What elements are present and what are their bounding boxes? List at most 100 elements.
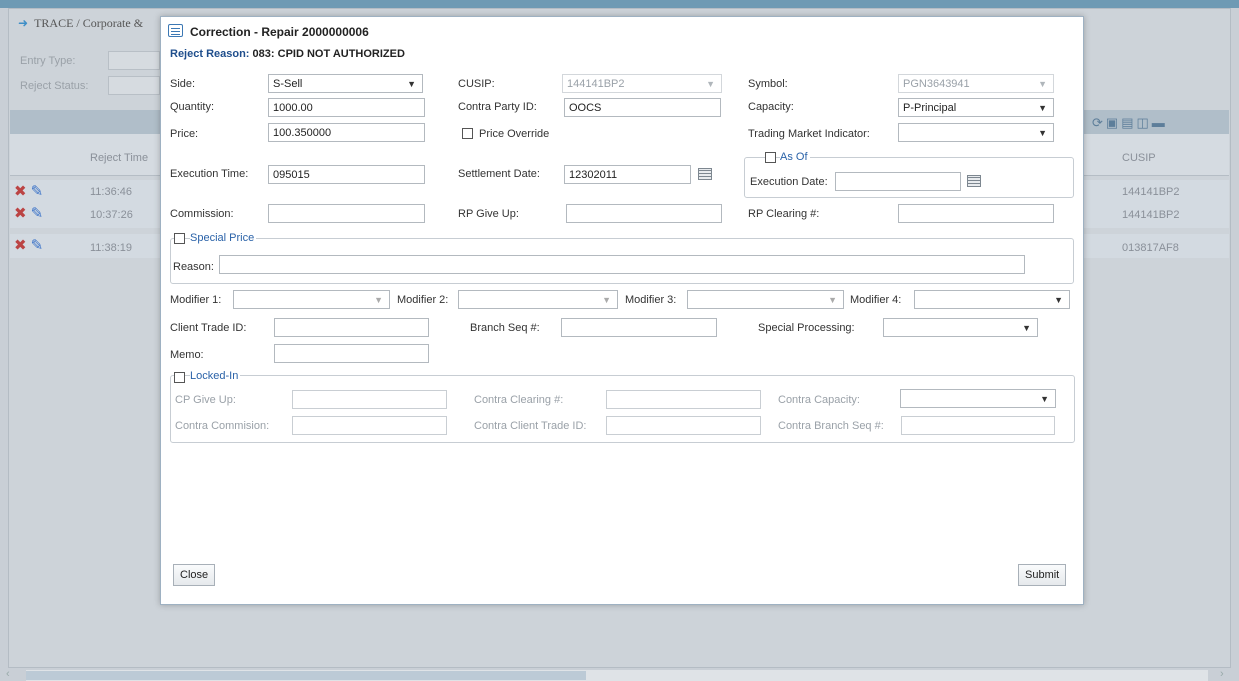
- price-input[interactable]: 100.350000: [268, 123, 425, 142]
- rp-give-up-label: RP Give Up:: [458, 208, 519, 220]
- side-select[interactable]: S-Sell ▼: [268, 74, 423, 93]
- close-button[interactable]: Close: [173, 564, 216, 586]
- entry-type-select[interactable]: [108, 51, 160, 70]
- symbol-select[interactable]: PGN3643941 ▼: [898, 74, 1054, 93]
- execution-date-label: Execution Date:: [750, 176, 828, 188]
- commission-input[interactable]: [268, 204, 425, 223]
- cusip-value: 144141BP2: [567, 78, 625, 90]
- scroll-left-arrow-icon[interactable]: ‹: [6, 668, 10, 680]
- client-trade-id-input[interactable]: [274, 318, 429, 337]
- locked-in-checkbox[interactable]: [174, 372, 185, 383]
- edit-icon[interactable]: ✎: [31, 183, 48, 200]
- cusip-label: CUSIP:: [458, 78, 495, 90]
- trading-market-indicator-select[interactable]: ▼: [898, 123, 1054, 142]
- edit-icon[interactable]: ✎: [31, 237, 48, 254]
- contra-party-id-input[interactable]: OOCS: [564, 98, 721, 117]
- side-value: S-Sell: [273, 78, 303, 90]
- horizontal-scrollbar[interactable]: [26, 670, 1208, 681]
- submit-button[interactable]: Submit: [1018, 564, 1067, 586]
- execution-time-input[interactable]: 095015: [268, 165, 425, 184]
- locked-in-label: Locked-In: [190, 370, 241, 382]
- memo-input[interactable]: [274, 344, 429, 363]
- save-icon[interactable]: ◫: [1137, 115, 1152, 130]
- contra-capacity-label: Contra Capacity:: [778, 394, 860, 406]
- print-icon[interactable]: ▤: [1121, 115, 1136, 130]
- breadcrumb-text: TRACE / Corporate &: [34, 16, 144, 30]
- chevron-down-icon: ▼: [1040, 394, 1049, 404]
- modifier-4-label: Modifier 4:: [850, 294, 902, 306]
- chevron-down-icon: ▼: [1038, 103, 1047, 113]
- scroll-right-arrow-icon[interactable]: ›: [1220, 668, 1224, 680]
- rp-clearing-label: RP Clearing #:: [748, 208, 820, 220]
- delete-icon[interactable]: ✖: [14, 237, 31, 254]
- modifier-1-select[interactable]: ▼: [233, 290, 390, 309]
- contra-commission-label: Contra Commision:: [175, 420, 270, 432]
- special-processing-select[interactable]: ▼: [883, 318, 1038, 337]
- capacity-value: P-Principal: [903, 102, 957, 114]
- reject-status-select[interactable]: [108, 76, 160, 95]
- contra-branch-seq-input[interactable]: [901, 416, 1055, 435]
- calendar-icon[interactable]: [967, 175, 981, 187]
- cusip-select[interactable]: 144141BP2 ▼: [562, 74, 722, 93]
- export-csv-icon[interactable]: ▣: [1106, 115, 1121, 130]
- scrollbar-thumb[interactable]: [26, 671, 586, 680]
- cp-give-up-input[interactable]: [292, 390, 447, 409]
- memo-label: Memo:: [170, 349, 204, 361]
- top-accent-bar: [0, 0, 1239, 8]
- grid-toolbar-icons: ⟳▣▤◫▬: [1092, 115, 1168, 131]
- execution-date-input[interactable]: [835, 172, 961, 191]
- row-time: 11:36:46: [90, 186, 133, 198]
- dialog-titlebar[interactable]: Correction - Repair 2000000006: [161, 17, 1083, 45]
- reason-label: Reason:: [173, 261, 214, 273]
- modifier-3-label: Modifier 3:: [625, 294, 677, 306]
- client-trade-id-label: Client Trade ID:: [170, 322, 247, 334]
- branch-seq-input[interactable]: [561, 318, 717, 337]
- rp-give-up-input[interactable]: [566, 204, 722, 223]
- contra-clearing-label: Contra Clearing #:: [474, 394, 564, 406]
- contra-clearing-input[interactable]: [606, 390, 761, 409]
- side-label: Side:: [170, 78, 196, 90]
- chevron-down-icon: ▼: [1038, 79, 1047, 89]
- rp-clearing-input[interactable]: [898, 204, 1054, 223]
- execution-time-label: Execution Time:: [170, 168, 249, 180]
- row-cusip: 144141BP2: [1122, 209, 1180, 221]
- modifier-4-select[interactable]: ▼: [914, 290, 1070, 309]
- quantity-label: Quantity:: [170, 101, 215, 113]
- as-of-checkbox[interactable]: [765, 152, 776, 163]
- edit-icon[interactable]: ✎: [31, 205, 48, 222]
- correction-repair-dialog: Correction - Repair 2000000006 Reject Re…: [160, 16, 1084, 605]
- row-actions: ✖✎: [14, 182, 47, 200]
- chevron-down-icon: ▼: [1038, 128, 1047, 138]
- chevron-down-icon: ▼: [407, 79, 416, 89]
- row-time: 11:38:19: [90, 242, 133, 254]
- special-processing-label: Special Processing:: [758, 322, 855, 334]
- row-actions: ✖✎: [14, 204, 47, 222]
- price-label: Price:: [170, 128, 199, 140]
- contra-capacity-select[interactable]: ▼: [900, 389, 1056, 408]
- column-reject-time[interactable]: Reject Time: [90, 152, 148, 164]
- price-override-checkbox[interactable]: [462, 128, 473, 139]
- reason-input[interactable]: [219, 255, 1025, 274]
- minimize-icon[interactable]: ▬: [1152, 115, 1168, 130]
- row-cusip: 013817AF8: [1122, 242, 1179, 254]
- settlement-date-input[interactable]: 12302011: [564, 165, 691, 184]
- contra-client-trade-id-input[interactable]: [606, 416, 761, 435]
- delete-icon[interactable]: ✖: [14, 205, 31, 222]
- capacity-label: Capacity:: [748, 101, 794, 113]
- delete-icon[interactable]: ✖: [14, 183, 31, 200]
- contra-client-trade-id-label: Contra Client Trade ID:: [474, 420, 587, 432]
- refresh-icon[interactable]: ⟳: [1092, 115, 1106, 130]
- row-time: 10:37:26: [90, 209, 133, 221]
- quantity-input[interactable]: 1000.00: [268, 98, 425, 117]
- modifier-3-select[interactable]: ▼: [687, 290, 844, 309]
- calendar-icon[interactable]: [698, 168, 712, 180]
- commission-label: Commission:: [170, 208, 234, 220]
- column-cusip[interactable]: CUSIP: [1122, 152, 1156, 164]
- row-actions: ✖✎: [14, 236, 47, 254]
- symbol-label: Symbol:: [748, 78, 788, 90]
- modifier-2-select[interactable]: ▼: [458, 290, 618, 309]
- contra-commission-input[interactable]: [292, 416, 447, 435]
- special-price-checkbox[interactable]: [174, 233, 185, 244]
- capacity-select[interactable]: P-Principal ▼: [898, 98, 1054, 117]
- row-cusip: 144141BP2: [1122, 186, 1180, 198]
